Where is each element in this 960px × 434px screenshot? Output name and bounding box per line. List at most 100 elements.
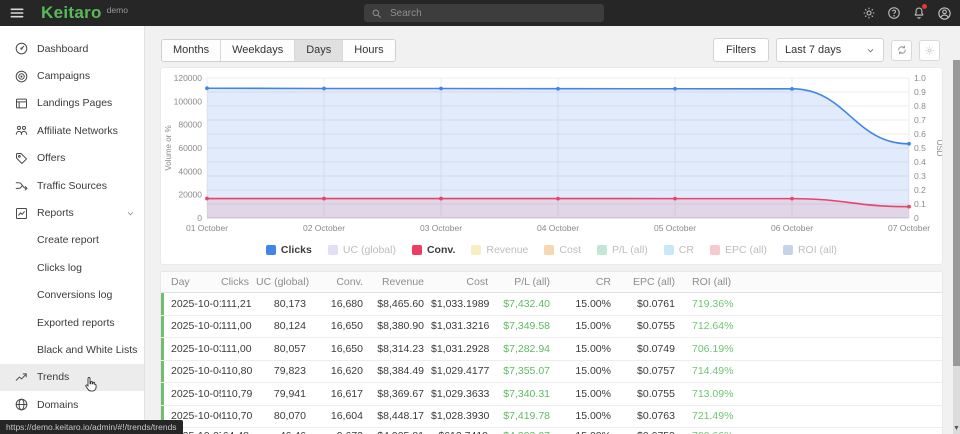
- svg-text:03 October: 03 October: [420, 223, 462, 233]
- svg-text:0.4: 0.4: [914, 157, 926, 167]
- legend-item-epc-all[interactable]: EPC (all): [710, 244, 767, 256]
- legend-item-p-l-all[interactable]: P/L (all): [597, 244, 648, 256]
- refresh-button[interactable]: [891, 40, 912, 61]
- date-range-select[interactable]: Last 7 days: [776, 38, 884, 62]
- cell-conv: 9,672: [313, 430, 370, 434]
- legend-item-roi-all[interactable]: ROI (all): [783, 244, 837, 256]
- settings-gear-icon[interactable]: [862, 6, 876, 20]
- help-icon[interactable]: [887, 6, 901, 20]
- svg-text:0.1: 0.1: [914, 199, 926, 209]
- cell-clicks: 110,79: [221, 388, 256, 400]
- legend-label: Clicks: [281, 244, 312, 256]
- main-content: MonthsWeekdaysDaysHours Filters Last 7 d…: [146, 26, 960, 434]
- legend-item-uc-global[interactable]: UC (global): [328, 244, 396, 256]
- svg-text:04 October: 04 October: [537, 223, 579, 233]
- scrollbar-down-arrow[interactable]: ▼: [953, 425, 960, 432]
- scrollbar-thumb[interactable]: [953, 60, 960, 366]
- cell-p-l-all: $7,419.78: [495, 410, 557, 422]
- sidebar-item-reports[interactable]: Reports: [0, 199, 144, 226]
- sidebar-item-clicks-log[interactable]: Clicks log: [0, 254, 144, 281]
- col-header-epc-all[interactable]: EPC (all): [618, 276, 682, 288]
- tab-months[interactable]: Months: [162, 40, 221, 61]
- cell-conv: 16,604: [313, 410, 370, 422]
- sidebar-item-campaigns[interactable]: Campaigns: [0, 62, 144, 89]
- notification-dot: [922, 4, 927, 9]
- app-logo[interactable]: Keitaro: [41, 3, 102, 23]
- sidebar-item-conversions-log[interactable]: Conversions log: [0, 282, 144, 309]
- chart-settings-button[interactable]: [919, 40, 940, 61]
- cell-clicks: 64,48: [221, 430, 256, 434]
- cell-revenue: $8,448.17: [370, 410, 431, 422]
- cell-roi-all: 713.09%: [682, 388, 942, 400]
- col-header-day[interactable]: Day: [161, 276, 221, 288]
- legend-label: CR: [679, 244, 694, 256]
- cell-epc-all: $0.0755: [618, 388, 682, 400]
- svg-text:USD: USD: [935, 140, 942, 157]
- col-header-p-l-all[interactable]: P/L (all): [495, 276, 557, 288]
- sidebar-item-black-and-white-lists[interactable]: Black and White Lists: [0, 336, 144, 363]
- cell-uc-global: 79,823: [256, 365, 313, 377]
- legend-item-cost[interactable]: Cost: [544, 244, 581, 256]
- cell-epc-all: $0.0761: [618, 298, 682, 310]
- col-header-roi-all[interactable]: ROI (all): [682, 276, 942, 288]
- tab-hours[interactable]: Hours: [343, 40, 394, 61]
- sidebar-item-create-report[interactable]: Create report: [0, 227, 144, 254]
- sidebar-item-trends[interactable]: Trends: [0, 364, 144, 391]
- cell-clicks: 110,80: [221, 365, 256, 377]
- legend-label: P/L (all): [612, 244, 648, 256]
- legend-item-cr[interactable]: CR: [664, 244, 694, 256]
- col-header-revenue[interactable]: Revenue: [370, 276, 431, 288]
- svg-text:07 October: 07 October: [888, 223, 930, 233]
- cell-clicks: 111,21: [221, 298, 256, 310]
- global-search[interactable]: [364, 4, 604, 22]
- menu-icon[interactable]: [9, 5, 25, 21]
- cell-clicks: 111,00: [221, 320, 256, 332]
- sidebar-item-label: Traffic Sources: [37, 180, 107, 192]
- col-header-cr[interactable]: CR: [557, 276, 618, 288]
- reports-icon: [14, 206, 29, 221]
- cell-cr: 15.00%: [557, 343, 618, 355]
- col-header-conv[interactable]: Conv.: [313, 276, 370, 288]
- cell-revenue: $8,380.90: [370, 320, 431, 332]
- domains-icon: [14, 397, 29, 412]
- cell-conv: 16,650: [313, 320, 370, 332]
- tab-days[interactable]: Days: [295, 40, 343, 61]
- tab-weekdays[interactable]: Weekdays: [221, 40, 295, 61]
- trends-chart-card: 02000040000600008000010000012000000.10.2…: [161, 68, 942, 264]
- refresh-icon: [896, 44, 908, 56]
- campaigns-icon: [14, 69, 29, 84]
- sidebar-item-exported-reports[interactable]: Exported reports: [0, 309, 144, 336]
- table-row: 2025-10-06110,7080,07016,604$8,448.17$1,…: [161, 406, 942, 429]
- page-scrollbar[interactable]: ▼: [953, 60, 960, 434]
- sidebar-item-domains[interactable]: Domains: [0, 391, 144, 418]
- search-input[interactable]: [388, 7, 597, 20]
- cell-cr: 15.00%: [557, 365, 618, 377]
- sidebar: Dashboard Campaigns Landings PagesAffiliat…: [0, 26, 145, 434]
- svg-text:0.3: 0.3: [914, 171, 926, 181]
- notifications-bell-icon[interactable]: [912, 6, 926, 20]
- sidebar-item-dashboard[interactable]: Dashboard: [0, 35, 144, 62]
- sidebar-item-affiliate-networks[interactable]: Affiliate Networks: [0, 117, 144, 144]
- cell-epc-all: $0.0749: [618, 343, 682, 355]
- filters-button[interactable]: Filters: [713, 38, 769, 62]
- sidebar-item-label: Reports: [37, 207, 74, 219]
- cell-conv: 16,620: [313, 365, 370, 377]
- legend-item-revenue[interactable]: Revenue: [471, 244, 528, 256]
- account-avatar-icon[interactable]: [937, 6, 952, 21]
- cell-day: 2025-10-03: [161, 343, 221, 355]
- col-header-uc-global[interactable]: UC (global): [256, 276, 313, 288]
- sidebar-item-label: Campaigns: [37, 70, 90, 82]
- legend-item-clicks[interactable]: Clicks: [266, 244, 312, 256]
- sidebar-item-offers[interactable]: Offers: [0, 145, 144, 172]
- cell-roi-all: 706.19%: [682, 343, 942, 355]
- sidebar-item-label: Conversions log: [37, 289, 112, 301]
- gear-icon: [924, 45, 935, 56]
- legend-item-conv[interactable]: Conv.: [412, 244, 455, 256]
- sidebar-item-label: Exported reports: [37, 317, 115, 329]
- col-header-cost[interactable]: Cost: [431, 276, 495, 288]
- cell-epc-all: $0.0757: [618, 365, 682, 377]
- col-header-clicks[interactable]: Clicks: [221, 276, 256, 288]
- sidebar-item-landings-pages[interactable]: Landings Pages: [0, 90, 144, 117]
- sidebar-item-traffic-sources[interactable]: Traffic Sources: [0, 172, 144, 199]
- svg-text:0.9: 0.9: [914, 87, 926, 97]
